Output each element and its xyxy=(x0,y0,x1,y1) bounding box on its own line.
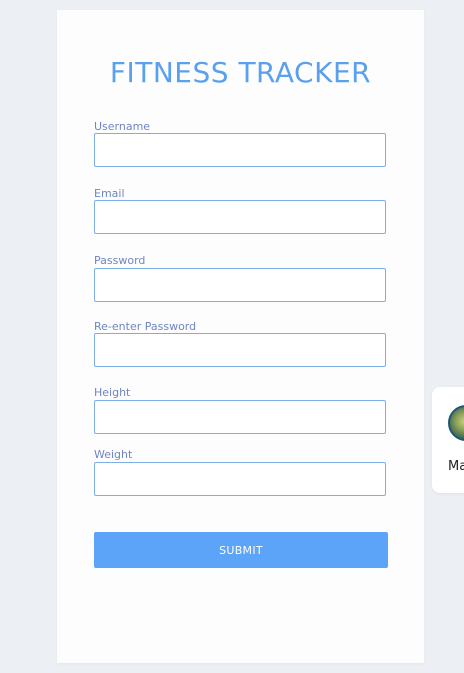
reenter-password-label: Re-enter Password xyxy=(94,320,197,333)
signup-card: FITNESS TRACKER Username Email Password … xyxy=(57,10,424,663)
username-label: Username xyxy=(94,120,151,133)
avatar[interactable] xyxy=(448,405,464,441)
weight-input[interactable] xyxy=(94,462,386,496)
reenter-password-input[interactable] xyxy=(94,333,386,367)
widget-text: Ma xyxy=(448,459,464,474)
weight-label: Weight xyxy=(94,448,133,461)
username-input[interactable] xyxy=(94,133,386,167)
password-label: Password xyxy=(94,254,146,267)
height-input[interactable] xyxy=(94,400,386,434)
email-label: Email xyxy=(94,187,125,200)
password-input[interactable] xyxy=(94,268,386,302)
submit-button[interactable]: SUBMIT xyxy=(94,532,388,568)
height-label: Height xyxy=(94,386,131,399)
page-title: FITNESS TRACKER xyxy=(109,56,372,89)
email-input[interactable] xyxy=(94,200,386,234)
chat-widget[interactable]: Ma xyxy=(432,387,464,493)
